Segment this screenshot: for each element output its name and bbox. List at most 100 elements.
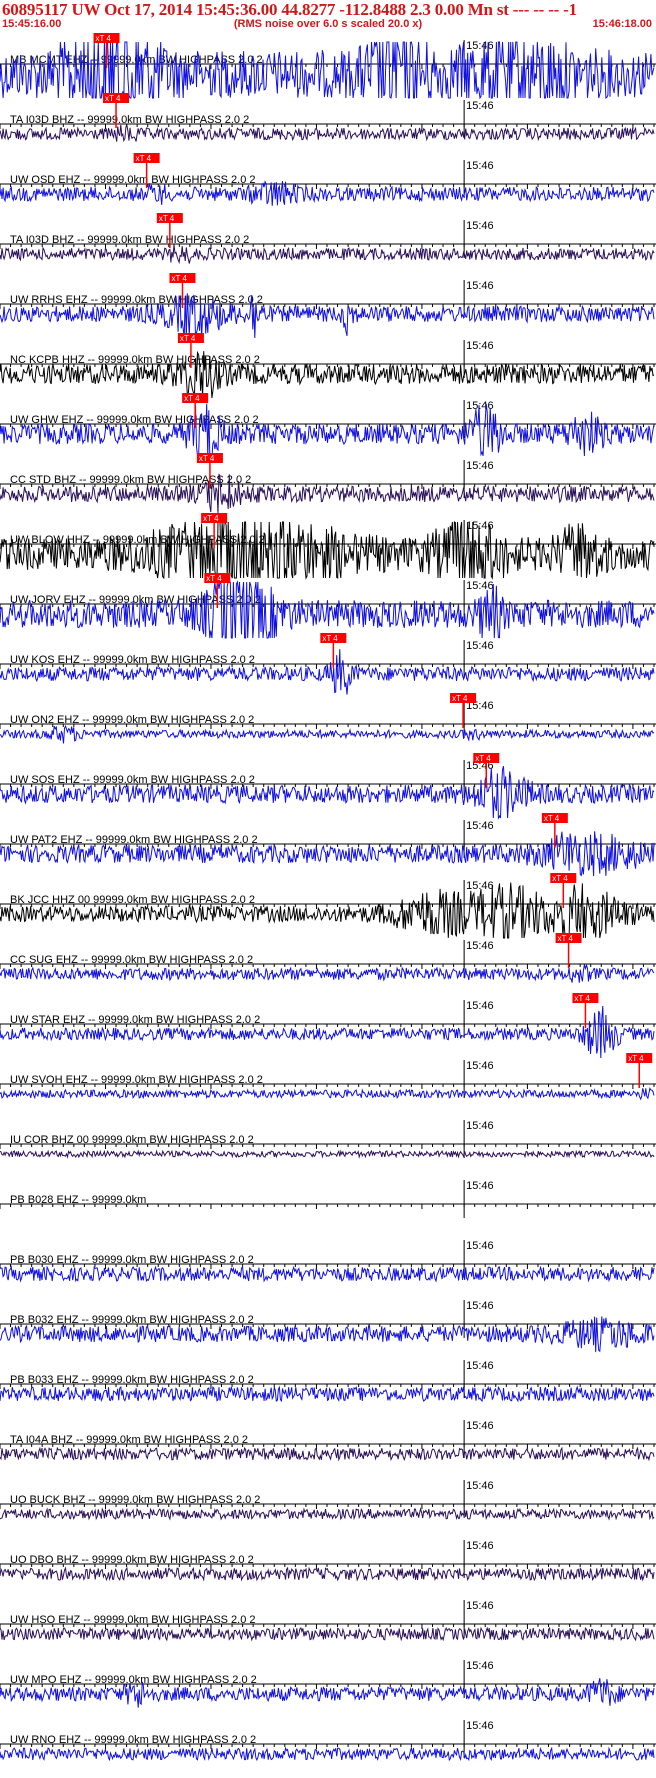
trace-row: 15:46 UW RNO EHZ -- 99999.0km BW HIGHPASS…: [0, 1720, 656, 1762]
pick-label: xT 4: [171, 274, 187, 283]
minute-tick-label: 15:46: [466, 1060, 494, 1072]
trace-row: 15:46 TA I03D BHZ -- 99999.0km BW HIGHPAS…: [0, 213, 656, 265]
trace-row: 15:46 PB B030 EHZ -- 99999.0km BW HIGHPAS…: [0, 1240, 656, 1283]
pick-label: xT 4: [199, 454, 215, 463]
waveform: [0, 521, 655, 580]
trace-row: 15:46MB MCMT EHZ -- 99999.0km BW HIGHPAS…: [0, 33, 656, 100]
minute-tick-label: 15:46: [466, 1360, 494, 1372]
waveform: [0, 882, 655, 939]
pick-label: xT 4: [180, 334, 196, 343]
waveform: [0, 1626, 655, 1642]
station-label: CC STD BHZ -- 99999.0km BW HIGHPASS 2.0 …: [10, 474, 251, 486]
waveform: [0, 1566, 655, 1582]
station-label: UW HSO EHZ -- 99999.0km BW HIGHPASS 2.0 …: [10, 1614, 256, 1626]
station-label: PB B033 EHZ -- 99999.0km BW HIGHPASS 2.0…: [10, 1374, 254, 1386]
trace-row: 15:46 PB B033 EHZ -- 99999.0km BW HIGHPAS…: [0, 1360, 656, 1403]
seismogram-plot: 15:46MB MCMT EHZ -- 99999.0km BW HIGHPAS…: [0, 33, 656, 1762]
station-label: TA I03D BHZ -- 99999.0km BW HIGHPASS 2.0…: [10, 114, 249, 126]
pick-label: xT 4: [206, 574, 222, 583]
waveform: [0, 1087, 655, 1101]
minute-tick-label: 15:46: [466, 580, 494, 592]
waveform: [0, 1746, 655, 1762]
trace-row: 15:46 NC KCPB HHZ -- 99999.0km BW HIGHPAS…: [0, 333, 656, 399]
station-label: UW STAR EHZ -- 99999.0km BW HIGHPASS 2.0…: [10, 1014, 260, 1026]
station-label: PB B032 EHZ -- 99999.0km BW HIGHPASS 2.0…: [10, 1314, 254, 1326]
station-label: UW PAT2 EHZ -- 99999.0km BW HIGHPASS 2.0…: [10, 834, 258, 846]
minute-tick-label: 15:46: [466, 1180, 494, 1192]
minute-tick-label: 15:46: [466, 640, 494, 652]
minute-tick-label: 15:46: [466, 1240, 494, 1252]
trace-row: 15:46 UW PAT2 EHZ -- 99999.0km BW HIGHPAS…: [0, 813, 656, 877]
trace-row: 15:46 BK JCC HHZ 00 99999.0km BW HIGHPASS…: [0, 873, 656, 939]
pick-label: xT 4: [322, 634, 338, 643]
minute-tick-label: 15:46: [466, 820, 494, 832]
minute-tick-label: 15:46: [466, 1720, 494, 1732]
station-label: PB B030 EHZ -- 99999.0km BW HIGHPASS 2.0…: [10, 1254, 254, 1266]
station-label: UW RNO EHZ -- 99999.0km BW HIGHPASS 2.0 …: [10, 1734, 256, 1746]
minute-tick-label: 15:46: [466, 160, 494, 172]
pick-label: xT 4: [574, 994, 590, 1003]
trace-row: 15:46 UO DBO BHZ -- 99999.0km BW HIGHPASS…: [0, 1540, 656, 1582]
pick-label: xT 4: [452, 694, 468, 703]
trace-row: 15:46 UW RRHS EHZ -- 99999.0km BW HIGHPAS…: [0, 273, 656, 339]
minute-tick-label: 15:46: [466, 1660, 494, 1672]
trace-row: 15:46 UW SVOH EHZ -- 99999.0km BW HIGHPAS…: [0, 1053, 656, 1101]
station-label: TA I04A BHZ -- 99999.0km BW HIGHPASS 2.0…: [10, 1434, 248, 1446]
pick-label: xT 4: [96, 34, 112, 43]
minute-tick-label: 15:46: [466, 1120, 494, 1132]
station-label: UW OSD EHZ -- 99999.0km BW HIGHPASS 2.0 …: [10, 174, 256, 186]
waveform: [0, 1149, 655, 1159]
station-label: UW KOS EHZ -- 99999.0km BW HIGHPASS 2.0 …: [10, 654, 255, 666]
pick-label: xT 4: [558, 934, 574, 943]
trace-row: 15:46 TA I04A BHZ -- 99999.0km BW HIGHPAS…: [0, 1420, 656, 1462]
minute-tick-label: 15:46: [466, 220, 494, 232]
waveform: [0, 963, 655, 983]
trace-row: 15:46UW BLOW HHZ -- 99999.0km BW HIGHPAS…: [0, 513, 656, 580]
trace-row: 15:46 IU COR BHZ 00 99999.0km BW HIGHPASS…: [0, 1120, 656, 1159]
minute-tick-label: 15:46: [466, 880, 494, 892]
waveform: [0, 1446, 655, 1462]
trace-row: 15:46UW SOS EHZ -- 99999.0km BW HIGHPASS…: [0, 753, 656, 820]
trace-row: 15:46 UW HSO EHZ -- 99999.0km BW HIGHPASS…: [0, 1600, 656, 1642]
trace-row: 15:46UW ON2 EHZ -- 99999.0km BW HIGHPASS…: [0, 693, 656, 744]
station-label: PB B028 EHZ -- 99999.0km: [10, 1194, 146, 1206]
minute-tick-label: 15:46: [466, 460, 494, 472]
station-label: UW SVOH EHZ -- 99999.0km BW HIGHPASS 2.0…: [10, 1074, 263, 1086]
station-label: UW RRHS EHZ -- 99999.0km BW HIGHPASS 2.0…: [10, 294, 263, 306]
waveform: [0, 403, 655, 459]
station-label: UW SOS EHZ -- 99999.0km BW HIGHPASS 2.0 …: [10, 774, 255, 786]
trace-row: 15:46 PB B032 EHZ -- 99999.0km BW HIGHPAS…: [0, 1300, 656, 1353]
waveform: [0, 123, 655, 143]
station-label: TA I03D BHZ -- 99999.0km BW HIGHPASS 2.0…: [10, 234, 249, 246]
minute-tick-label: 15:46: [466, 400, 494, 412]
pick-label: xT 4: [159, 214, 175, 223]
pick-label: xT 4: [552, 874, 568, 883]
waveform: [0, 1385, 655, 1403]
pick-label: xT 4: [628, 1054, 644, 1063]
station-label: UO BUCK BHZ -- 99999.0km BW HIGHPASS 2.0…: [10, 1494, 260, 1506]
minute-tick-label: 15:46: [466, 280, 494, 292]
station-label: UW ON2 EHZ -- 99999.0km BW HIGHPASS 2.0 …: [10, 714, 254, 726]
pick-label: xT 4: [184, 394, 200, 403]
waveform: [0, 580, 655, 639]
station-label: NC KCPB HHZ -- 99999.0km BW HIGHPASS 2.0…: [10, 354, 260, 366]
station-label: CC SUG EHZ -- 99999.0km BW HIGHPASS 2.0 …: [10, 954, 253, 966]
trace-row: 15:46 PB B028 EHZ -- 99999.0km: [0, 1180, 656, 1218]
pick-label: xT 4: [544, 814, 560, 823]
minute-tick-label: 15:46: [466, 1300, 494, 1312]
trace-row: 15:46 TA I03D BHZ -- 99999.0km BW HIGHPAS…: [0, 93, 656, 143]
minute-tick-label: 15:46: [466, 940, 494, 952]
trace-row: 15:46 UW OSD EHZ -- 99999.0km BW HIGHPASS…: [0, 153, 656, 206]
waveform: [0, 724, 655, 744]
minute-tick-label: 15:46: [466, 1480, 494, 1492]
station-label: UO DBO BHZ -- 99999.0km BW HIGHPASS 2.0 …: [10, 1554, 254, 1566]
station-label: UW MPO EHZ -- 99999.0km BW HIGHPASS 2.0 …: [10, 1674, 257, 1686]
pick-label: xT 4: [105, 94, 121, 103]
minute-tick-label: 15:46: [466, 1420, 494, 1432]
station-label: IU COR BHZ 00 99999.0km BW HIGHPASS 2.0 …: [10, 1134, 254, 1146]
pick-label: xT 4: [136, 154, 152, 163]
trace-row: 15:46 UO BUCK BHZ -- 99999.0km BW HIGHPAS…: [0, 1480, 656, 1521]
minute-tick-label: 15:46: [466, 340, 494, 352]
station-label: BK JCC HHZ 00 99999.0km BW HIGHPASS 2.0 …: [10, 894, 255, 906]
minute-tick-label: 15:46: [466, 1540, 494, 1552]
